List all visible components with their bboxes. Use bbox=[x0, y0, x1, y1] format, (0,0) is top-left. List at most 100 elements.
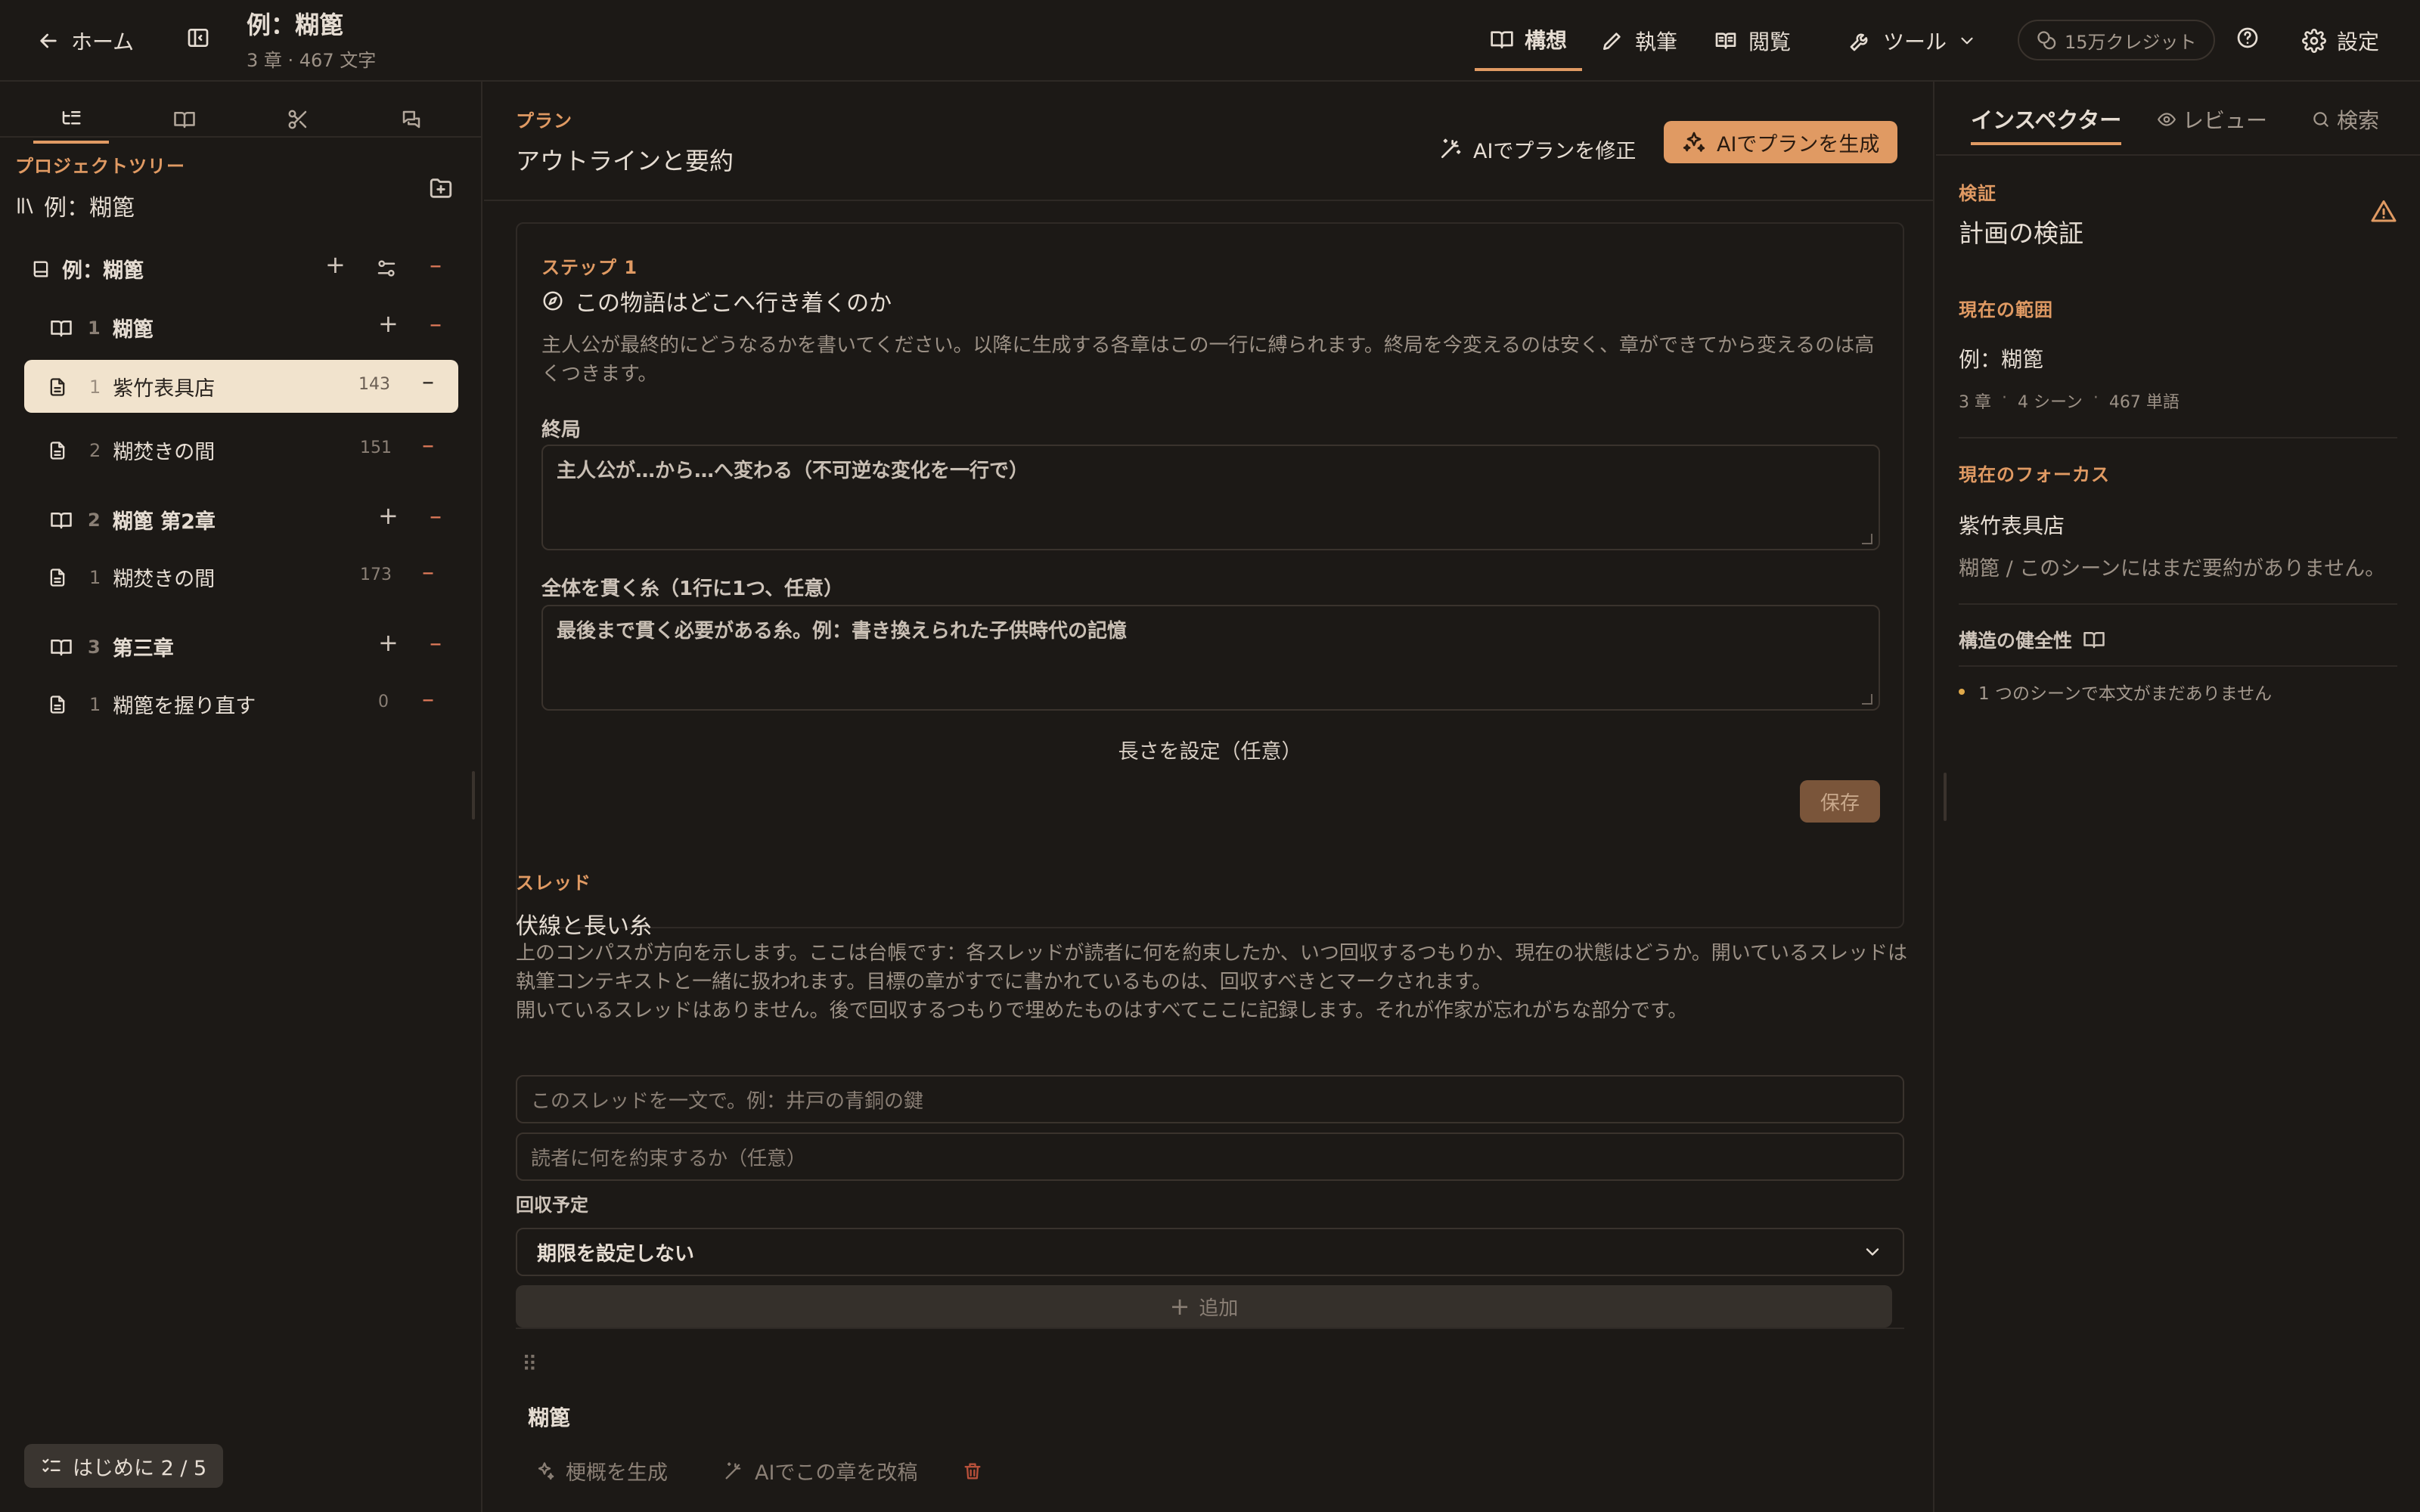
book-open-icon bbox=[1491, 31, 1513, 48]
tree-scene-row[interactable]: 1 紫竹表具店 bbox=[47, 372, 215, 401]
thread-input[interactable]: このスレッドを一文で。例：井戸の青銅の鍵 bbox=[516, 1075, 1904, 1123]
add-chapter-button[interactable]: + bbox=[325, 253, 346, 277]
home-button[interactable]: ホーム bbox=[36, 26, 134, 56]
delete-chapter-button[interactable] bbox=[962, 1461, 983, 1487]
generate-synopsis-button[interactable]: 梗概を生成 bbox=[534, 1456, 668, 1486]
nav-tab-shippitsu-label: 執筆 bbox=[1635, 29, 1678, 54]
tree-chapter-row[interactable]: 3 第三章 bbox=[50, 632, 174, 662]
threads-placeholder: 最後まで貫く必要がある糸。例：書き換えられた子供時代の記憶 bbox=[557, 620, 1128, 643]
magic-wand-icon bbox=[725, 1461, 741, 1479]
scene-word-count: 173 bbox=[360, 565, 392, 584]
project-title: 例：糊篦 bbox=[247, 11, 344, 39]
revise-plan-button[interactable]: AIでプランを修正 bbox=[1428, 129, 1646, 169]
add-thread-button[interactable]: + 追加 bbox=[516, 1285, 1892, 1328]
help-button[interactable] bbox=[2235, 26, 2260, 50]
health-label: 構造の健全性 bbox=[1959, 630, 2073, 652]
step-label: ステップ 1 bbox=[541, 257, 638, 278]
tab-review[interactable]: レビュー bbox=[2157, 104, 2267, 135]
scene-number: 1 bbox=[89, 376, 101, 398]
tab-inspector[interactable]: インスペクター bbox=[1971, 103, 2122, 145]
remove-chapter-button[interactable]: – bbox=[430, 631, 442, 655]
scene-title: 糊焚きの間 bbox=[113, 568, 216, 591]
scope-chapters: 3 章 bbox=[1959, 393, 1991, 412]
promise-input[interactable]: 読者に何を約束するか（任意） bbox=[516, 1132, 1904, 1181]
search-icon bbox=[2313, 112, 2328, 127]
chevron-down-icon bbox=[1961, 37, 1973, 45]
generate-plan-button[interactable]: AIでプランを生成 bbox=[1664, 121, 1898, 163]
threads-field-label: 全体を貫く糸（1行に1つ、任意） bbox=[541, 578, 844, 600]
scene-number: 1 bbox=[89, 693, 101, 715]
sparkles-icon bbox=[1683, 132, 1705, 152]
tree-book-row[interactable]: 例：糊篦 bbox=[30, 254, 144, 284]
tab-search[interactable]: 検索 bbox=[2311, 104, 2379, 135]
home-label: ホーム bbox=[71, 29, 135, 54]
verify-label: 検証 bbox=[1959, 183, 1996, 204]
tree-scene-row[interactable]: 2 糊焚きの間 bbox=[47, 435, 215, 465]
nav-tab-etsuran[interactable]: 閲覧 bbox=[1714, 26, 1791, 56]
thread-description: 上のコンパスが方向を示します。ここは台帳です：各スレッドが読者に何を約束したか、… bbox=[516, 942, 1908, 993]
scope-scenes: 4 シーン bbox=[2018, 393, 2083, 412]
rewrite-chapter-button[interactable]: AIでこの章を改稿 bbox=[723, 1456, 917, 1486]
coins-icon bbox=[2037, 31, 2056, 50]
plan-label: プラン bbox=[516, 110, 572, 132]
divider bbox=[484, 200, 1934, 201]
save-button[interactable]: 保存 bbox=[1800, 780, 1880, 823]
settings-button[interactable]: 設定 bbox=[2302, 26, 2379, 56]
nav-tab-koso[interactable]: 構想 bbox=[1475, 24, 1583, 71]
step-title: この物語はどこへ行き着くのか bbox=[575, 290, 892, 317]
tab-book[interactable] bbox=[147, 101, 222, 138]
nav-tab-shippitsu[interactable]: 執筆 bbox=[1600, 26, 1677, 56]
resize-grip[interactable] bbox=[1862, 534, 1872, 544]
tab-search-label: 検索 bbox=[2337, 108, 2380, 133]
tab-chat[interactable] bbox=[374, 101, 449, 138]
payoff-select[interactable]: 期限を設定しない bbox=[516, 1228, 1904, 1276]
toggle-sidebar-button[interactable] bbox=[186, 26, 210, 50]
remove-scene-button[interactable]: – bbox=[422, 686, 434, 711]
scope-words: 467 単語 bbox=[2108, 393, 2180, 412]
ending-textarea[interactable]: 主人公が…から…へ変わる（不可逆な変化を一行で） bbox=[541, 445, 1880, 550]
tree-chapter-row[interactable]: 1 糊篦 bbox=[50, 313, 154, 342]
remove-scene-button[interactable]: – bbox=[422, 559, 434, 584]
resize-handle[interactable] bbox=[472, 771, 475, 820]
scope-label: 現在の範囲 bbox=[1959, 299, 2053, 321]
warning-icon[interactable] bbox=[2370, 198, 2397, 231]
divider bbox=[1936, 154, 2420, 156]
remove-chapter-button[interactable]: – bbox=[430, 503, 442, 528]
set-length-link[interactable]: 長さを設定（任意） bbox=[517, 735, 1903, 764]
focus-value: 紫竹表具店 bbox=[1959, 513, 2065, 538]
tree-scene-row[interactable]: 1 糊篦を握り直す bbox=[47, 689, 256, 719]
tab-cut[interactable] bbox=[260, 101, 336, 138]
revise-plan-label: AIでプランを修正 bbox=[1473, 139, 1637, 163]
file-text-icon bbox=[50, 568, 65, 587]
drag-handle-icon[interactable]: ⠿ bbox=[522, 1352, 537, 1377]
resize-grip[interactable] bbox=[1862, 694, 1872, 705]
remove-book-button[interactable]: – bbox=[430, 253, 442, 277]
checklist-icon bbox=[42, 1458, 60, 1473]
remove-scene-button[interactable]: – bbox=[422, 369, 434, 393]
remove-chapter-button[interactable]: – bbox=[430, 311, 442, 336]
chapter-title: 糊篦 bbox=[112, 318, 154, 342]
add-scene-button[interactable]: + bbox=[378, 503, 399, 528]
file-text-icon bbox=[50, 377, 65, 396]
tree-scene-row[interactable]: 1 糊焚きの間 bbox=[47, 562, 215, 592]
sidebar-panel-icon bbox=[188, 29, 209, 47]
tree-chapter-row[interactable]: 2 糊篦 第2章 bbox=[50, 505, 216, 534]
book-open-icon bbox=[51, 512, 72, 528]
onboarding-label: はじめに 2 / 5 bbox=[73, 1456, 207, 1480]
dot-separator: · bbox=[2093, 389, 2099, 407]
sparkles-icon bbox=[538, 1461, 554, 1479]
book-open-icon bbox=[174, 112, 195, 129]
threads-textarea[interactable]: 最後まで貫く必要がある糸。例：書き換えられた子供時代の記憶 bbox=[541, 605, 1880, 711]
project-name: 例：糊篦 bbox=[44, 195, 135, 222]
remove-scene-button[interactable]: – bbox=[422, 432, 434, 457]
add-scene-button[interactable]: + bbox=[378, 631, 399, 655]
add-scene-button[interactable]: + bbox=[378, 311, 399, 336]
step-card: ステップ 1 この物語はどこへ行き着くのか 主人公が最終的にどうなるかを書いてく… bbox=[516, 222, 1904, 928]
credits-badge[interactable]: 15万クレジット bbox=[2018, 20, 2215, 60]
new-folder-button[interactable] bbox=[428, 175, 454, 206]
reorder-button[interactable] bbox=[375, 257, 398, 285]
warning-dot bbox=[1959, 689, 1965, 695]
tools-menu-button[interactable]: ツール bbox=[1848, 26, 1977, 56]
onboarding-button[interactable]: はじめに 2 / 5 bbox=[24, 1444, 224, 1488]
project-name-row: 例：糊篦 bbox=[15, 189, 135, 222]
